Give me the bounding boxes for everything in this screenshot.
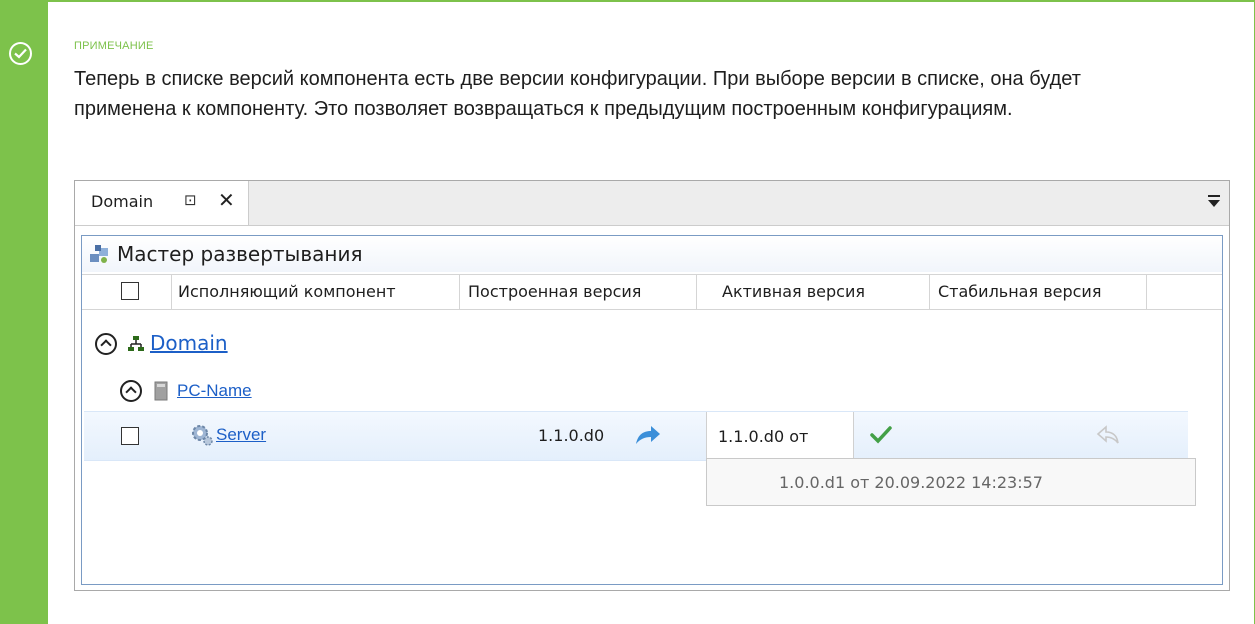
revert-icon[interactable]	[1096, 424, 1120, 446]
deploy-arrow-icon[interactable]	[634, 424, 662, 446]
note-text: Теперь в списке версий компонента есть д…	[74, 68, 1081, 120]
active-version-select[interactable]: 1.1.0.d0 от	[706, 412, 854, 459]
computer-icon	[154, 381, 168, 401]
select-all-checkbox[interactable]	[121, 282, 139, 300]
panel-title: Мастер развертывания	[117, 242, 363, 266]
domain-link[interactable]: Domain	[150, 331, 228, 355]
tab-title: Domain	[91, 192, 154, 211]
server-checkbox[interactable]	[121, 427, 139, 445]
check-circle-icon	[9, 42, 32, 65]
grid-header: Исполняющий компонент Построенная версия…	[82, 274, 1222, 310]
pc-link[interactable]: PC-Name	[177, 381, 252, 401]
note-accent-bar	[0, 0, 48, 624]
pc-expander[interactable]	[120, 380, 142, 402]
deployment-wizard-icon	[90, 245, 108, 263]
deployment-panel: Мастер развертывания Исполняющий компоне…	[81, 235, 1223, 585]
column-header-active-version[interactable]: Активная версия	[697, 275, 930, 309]
note-label: ПРИМЕЧАНИЕ	[74, 40, 154, 52]
domain-expander[interactable]	[95, 333, 117, 355]
network-icon	[128, 336, 144, 351]
column-header-stable-version[interactable]: Стабильная версия	[930, 275, 1147, 309]
close-icon[interactable]: ✕	[218, 188, 235, 212]
tab-domain[interactable]: Domain ⊡ ✕	[75, 181, 249, 225]
panel-header: Мастер развертывания	[82, 236, 1222, 272]
deployment-window: Domain ⊡ ✕ Мастер развертывания Исполняю…	[74, 180, 1230, 591]
column-header-component[interactable]: Исполняющий компонент	[172, 275, 460, 309]
tab-overflow-icon[interactable]	[1207, 193, 1221, 209]
server-link[interactable]: Server	[216, 425, 266, 445]
active-version-value: 1.1.0.d0 от	[718, 427, 809, 446]
gear-icon	[192, 425, 213, 446]
version-option[interactable]: 1.0.0.d1 от 20.09.2022 14:23:57	[779, 473, 1043, 492]
server-row[interactable]: Server 1.1.0.d0 1.1.0.d0 от	[84, 411, 1188, 461]
column-header-built-version[interactable]: Построенная версия	[460, 275, 697, 309]
header-select-all	[82, 275, 172, 309]
pin-icon[interactable]: ⊡	[184, 191, 197, 209]
tab-strip: Domain ⊡ ✕	[75, 181, 1229, 226]
check-icon[interactable]	[870, 426, 892, 444]
version-dropdown-list: 1.0.0.d1 от 20.09.2022 14:23:57	[706, 458, 1196, 506]
built-version-value: 1.1.0.d0	[538, 426, 605, 445]
